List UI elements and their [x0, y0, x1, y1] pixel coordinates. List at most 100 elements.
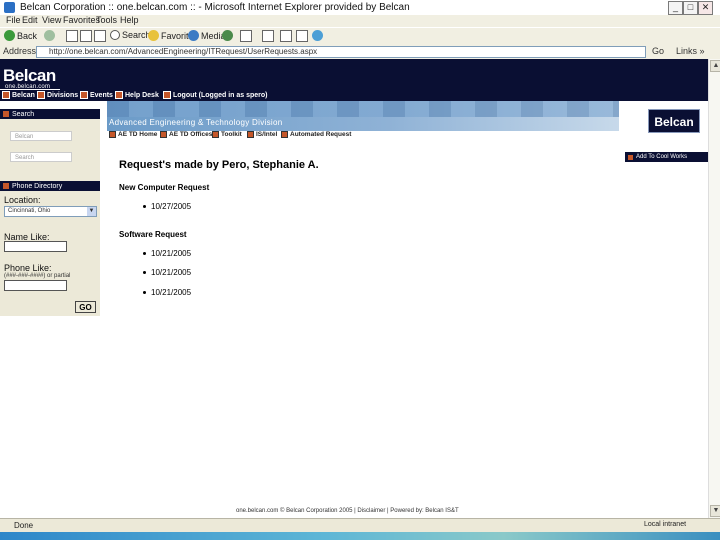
edit-button[interactable]	[280, 30, 292, 42]
scroll-down-icon[interactable]: ▼	[710, 505, 720, 517]
nav-events[interactable]: Events	[80, 91, 113, 99]
site-nav: Belcan Divisions Events Help Desk Logout…	[0, 91, 708, 101]
phone-hint: (###-###-####) or partial	[4, 273, 71, 279]
link-bullet-icon	[628, 154, 633, 160]
back-button[interactable]: Back	[4, 30, 37, 41]
links-button[interactable]: Links »	[676, 46, 705, 56]
discuss-icon	[296, 30, 308, 42]
mail-button[interactable]	[240, 30, 252, 42]
site-header: Belcan one.belcan.com Belcan Divisions E…	[0, 59, 708, 101]
bullet-icon	[143, 205, 146, 208]
nav-bullet-icon	[115, 91, 123, 99]
menu-file[interactable]: File	[6, 15, 21, 25]
vertical-scrollbar[interactable]: ▲ ▼	[708, 59, 720, 518]
search-label: Search	[122, 30, 151, 40]
menu-favorites[interactable]: Favorites	[63, 15, 100, 25]
minimize-button[interactable]: _	[668, 1, 683, 15]
home-button[interactable]	[94, 30, 106, 42]
media-icon	[188, 30, 199, 41]
nav-label: Events	[90, 91, 113, 99]
belcan-badge-logo: Belcan	[648, 109, 700, 133]
search-panel-title: Search	[12, 110, 35, 118]
div-nav-toolkit[interactable]: Toolkit	[212, 131, 242, 138]
nav-bullet-icon	[109, 131, 116, 138]
location-value: Cincinnati, Ohio	[8, 208, 51, 214]
search-input-belcan[interactable]: Belcan	[10, 131, 72, 141]
discuss-button[interactable]	[296, 30, 308, 42]
search-button[interactable]: Search	[110, 30, 151, 40]
window-title-bar: Belcan Corporation :: one.belcan.com :: …	[0, 0, 720, 16]
div-nav-home[interactable]: AE TD Home	[109, 131, 157, 138]
refresh-icon	[80, 30, 92, 42]
menu-view[interactable]: View	[42, 15, 61, 25]
history-icon	[222, 30, 233, 41]
name-field[interactable]	[4, 241, 67, 252]
print-icon	[262, 30, 274, 42]
phone-go-button[interactable]: GO	[75, 301, 96, 313]
nav-bullet-icon	[37, 91, 45, 99]
scroll-up-icon[interactable]: ▲	[710, 60, 720, 72]
division-nav: AE TD Home AE TD Offices Toolkit IS/Inte…	[107, 131, 619, 141]
phone-directory-title: Phone Directory	[12, 182, 63, 190]
div-nav-offices[interactable]: AE TD Offices	[160, 131, 212, 138]
list-item[interactable]: 10/21/2005	[143, 249, 191, 258]
list-item[interactable]: 10/27/2005	[143, 202, 191, 211]
list-item[interactable]: 10/21/2005	[143, 268, 191, 277]
print-button[interactable]	[262, 30, 274, 42]
nav-label: Help Desk	[125, 91, 159, 99]
chevron-down-icon[interactable]: ▼	[87, 207, 96, 216]
messenger-button[interactable]	[312, 30, 323, 41]
edit-icon	[280, 30, 292, 42]
nav-label: Divisions	[47, 91, 79, 99]
section-new-computer-request: New Computer Request	[119, 183, 210, 192]
go-button[interactable]: Go	[652, 46, 664, 56]
nav-bullet-icon	[247, 131, 254, 138]
stop-button[interactable]	[66, 30, 78, 42]
history-button[interactable]	[222, 30, 233, 41]
messenger-icon	[312, 30, 323, 41]
request-date-link[interactable]: 10/27/2005	[151, 202, 191, 211]
maximize-button[interactable]: □	[683, 1, 698, 15]
forward-button[interactable]	[44, 30, 55, 41]
panel-bullet-icon	[3, 183, 9, 189]
nav-bullet-icon	[281, 131, 288, 138]
phone-field[interactable]	[4, 280, 67, 291]
div-nav-label: Toolkit	[221, 131, 242, 138]
menu-help[interactable]: Help	[120, 15, 139, 25]
stop-icon	[66, 30, 78, 42]
div-nav-automated-request[interactable]: Automated Request	[281, 131, 351, 138]
page-footer: one.belcan.com © Belcan Corporation 2005…	[236, 508, 459, 514]
address-bar: Address http://one.belcan.com/AdvancedEn…	[0, 44, 720, 60]
menu-tools[interactable]: Tools	[96, 15, 117, 25]
star-icon	[148, 30, 159, 41]
nav-belcan[interactable]: Belcan	[2, 91, 35, 99]
list-item[interactable]: 10/21/2005	[143, 288, 191, 297]
div-nav-label: AE TD Offices	[169, 131, 213, 138]
address-input[interactable]: http://one.belcan.com/AdvancedEngineerin…	[36, 46, 646, 58]
search-icon	[110, 30, 120, 40]
nav-divisions[interactable]: Divisions	[37, 91, 78, 99]
location-select[interactable]: Cincinnati, Ohio ▼	[4, 206, 97, 217]
nav-help-desk[interactable]: Help Desk	[115, 91, 159, 99]
menu-bar: File Edit View Favorites Tools Help	[0, 15, 720, 27]
forward-arrow-icon	[44, 30, 55, 41]
close-button[interactable]: ✕	[698, 1, 713, 15]
div-nav-isintel[interactable]: IS/Intel	[247, 131, 277, 138]
add-to-cool-works-link[interactable]: Add To Cool Works	[625, 152, 708, 162]
media-button[interactable]: Media	[188, 30, 226, 41]
div-nav-label: Automated Request	[290, 131, 352, 138]
request-date-link[interactable]: 10/21/2005	[151, 249, 191, 258]
refresh-button[interactable]	[80, 30, 92, 42]
nav-bullet-icon	[2, 91, 10, 99]
status-text: Done	[14, 521, 34, 530]
address-label: Address	[3, 46, 37, 56]
request-date-link[interactable]: 10/21/2005	[151, 268, 191, 277]
request-date-link[interactable]: 10/21/2005	[151, 288, 191, 297]
window-title: Belcan Corporation :: one.belcan.com :: …	[20, 2, 410, 13]
nav-bullet-icon	[163, 91, 171, 99]
nav-label: Logout (Logged in as spero)	[173, 91, 268, 99]
nav-logout[interactable]: Logout (Logged in as spero)	[163, 91, 268, 99]
search-input[interactable]: Search	[10, 152, 72, 162]
belcan-logo[interactable]: Belcan	[3, 66, 56, 86]
menu-edit[interactable]: Edit	[22, 15, 38, 25]
